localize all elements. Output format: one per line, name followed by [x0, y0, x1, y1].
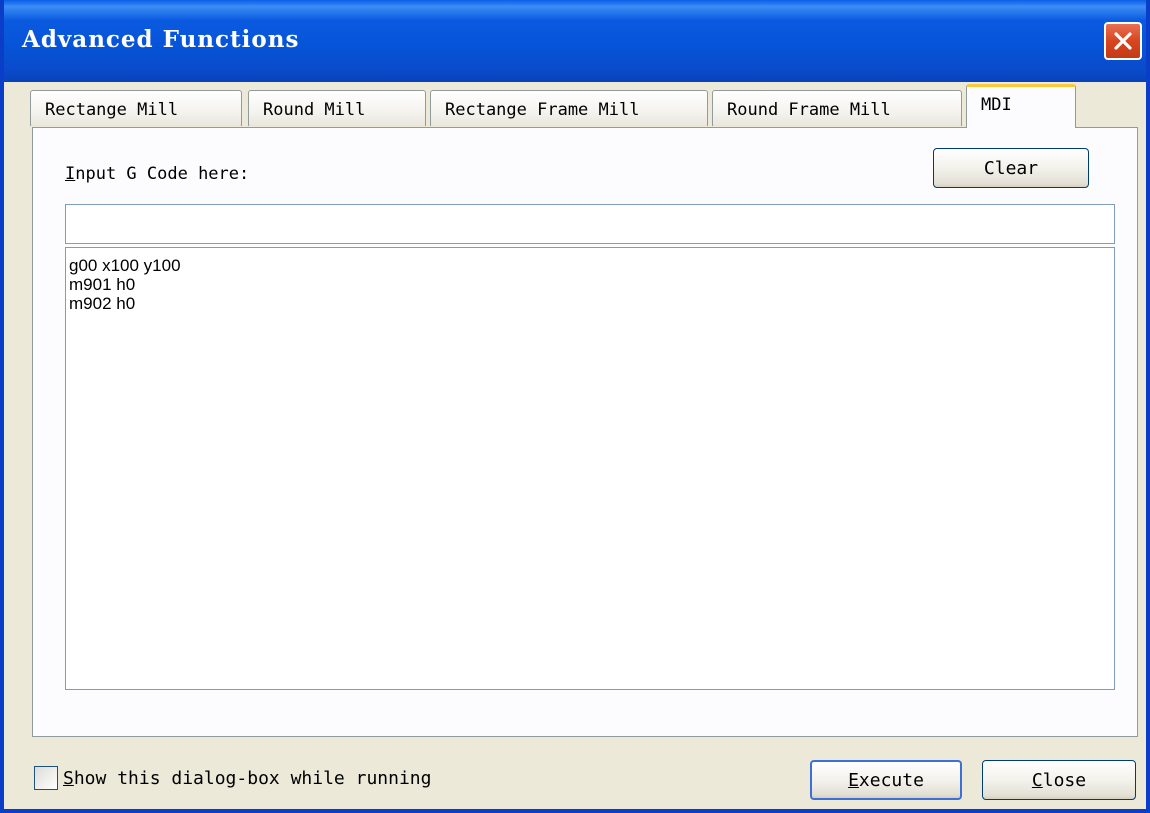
- label-text: how this dialog-box while running: [73, 767, 432, 789]
- execute-label: xecute: [858, 769, 924, 791]
- label-text: nput G Code here:: [75, 164, 250, 184]
- mnemonic-char: E: [848, 769, 859, 791]
- show-dialog-label[interactable]: Show this dialog-box while running: [63, 768, 431, 789]
- title-bar[interactable]: Advanced Functions: [4, 0, 1146, 82]
- advanced-functions-dialog: Advanced Functions Rectange Mill Round M…: [0, 0, 1150, 813]
- tab-label: Round Mill: [263, 100, 366, 120]
- tab-label: Rectange Mill: [45, 100, 179, 120]
- tab-strip: Rectange Mill Round Mill Rectange Frame …: [30, 84, 1146, 128]
- g-code-history[interactable]: g00 x100 y100 m901 h0 m902 h0: [65, 247, 1115, 690]
- tab-round-frame-mill[interactable]: Round Frame Mill: [712, 90, 962, 126]
- clear-button-label: Clear: [983, 157, 1039, 179]
- close-button[interactable]: Close: [982, 760, 1136, 800]
- mdi-panel: Input G Code here: Clear g00 x100 y100 m…: [32, 127, 1138, 737]
- mnemonic-char: C: [1031, 769, 1043, 791]
- execute-button[interactable]: Execute: [810, 760, 962, 800]
- input-g-code-label: Input G Code here:: [65, 164, 249, 184]
- window-title: Advanced Functions: [22, 26, 300, 53]
- close-x-icon: [1114, 32, 1132, 50]
- clear-button[interactable]: Clear: [933, 148, 1089, 188]
- tab-label: Round Frame Mill: [727, 100, 891, 120]
- tab-rectange-mill[interactable]: Rectange Mill: [30, 90, 242, 126]
- history-line: g00 x100 y100: [69, 256, 181, 275]
- tab-rectange-frame-mill[interactable]: Rectange Frame Mill: [430, 90, 708, 126]
- tab-label: Rectange Frame Mill: [445, 100, 640, 120]
- show-dialog-checkbox-group[interactable]: Show this dialog-box while running: [34, 766, 431, 790]
- mnemonic-char: I: [65, 164, 76, 184]
- window-close-button[interactable]: [1104, 22, 1142, 60]
- mnemonic-char: S: [63, 767, 74, 789]
- history-line: m901 h0: [69, 275, 136, 294]
- show-dialog-checkbox[interactable]: [34, 766, 58, 790]
- tab-label: MDI: [981, 95, 1012, 115]
- tab-round-mill[interactable]: Round Mill: [248, 90, 426, 126]
- close-label: lose: [1042, 769, 1087, 791]
- dialog-footer: Show this dialog-box while running Execu…: [4, 740, 1146, 809]
- tab-mdi[interactable]: MDI: [966, 84, 1076, 128]
- g-code-input[interactable]: [65, 204, 1115, 244]
- history-line: m902 h0: [69, 294, 136, 313]
